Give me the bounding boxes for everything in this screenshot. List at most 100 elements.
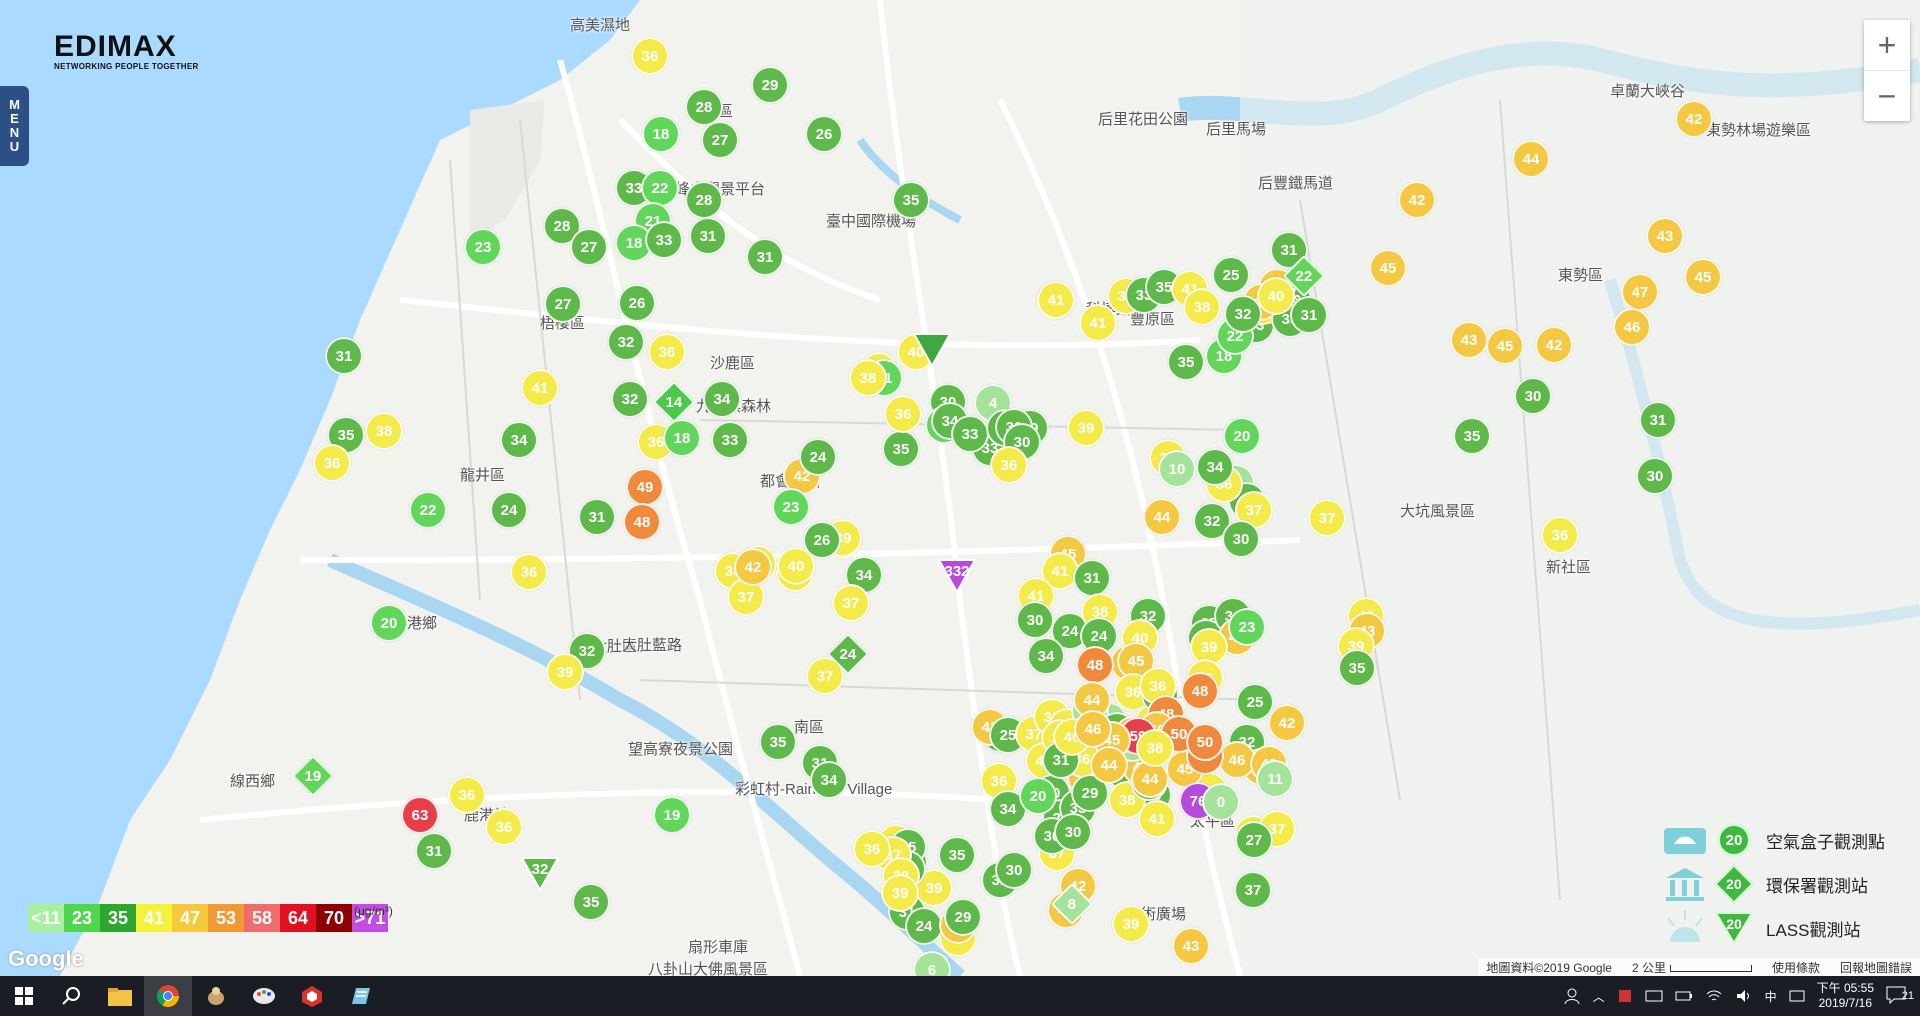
lass-station-marker[interactable] <box>912 332 952 368</box>
airbox-marker[interactable]: 45 <box>1486 327 1524 365</box>
airbox-marker[interactable]: 49 <box>626 468 664 506</box>
airbox-marker[interactable]: 45 <box>1684 258 1722 296</box>
airbox-marker[interactable]: 34 <box>500 421 538 459</box>
menu-button[interactable]: M E N U <box>0 86 29 166</box>
ime-indicator[interactable]: 中 <box>1765 988 1777 1005</box>
airbox-marker[interactable]: 29 <box>751 66 789 104</box>
airbox-marker[interactable]: 36 <box>648 333 686 371</box>
airbox-marker[interactable]: 30 <box>1054 813 1092 851</box>
airbox-marker[interactable]: 30 <box>1514 377 1552 415</box>
airbox-marker[interactable]: 32 <box>611 380 649 418</box>
airbox-marker[interactable]: 10 <box>1158 450 1196 488</box>
airbox-marker[interactable]: 38 <box>849 359 887 397</box>
airbox-marker[interactable]: 31 <box>1639 401 1677 439</box>
map-canvas[interactable]: 高美濕地清水區鰲峰山觀景平台臺中國際機場沙鹿區梧棲區龍井區大肚區望高寮夜景公園彩… <box>0 0 1920 976</box>
airbox-marker[interactable]: 44 <box>1512 140 1550 178</box>
bird-app-button[interactable] <box>192 976 240 1016</box>
airbox-marker[interactable]: 24 <box>799 438 837 476</box>
people-icon[interactable] <box>1563 987 1581 1005</box>
airbox-marker[interactable]: 37 <box>1234 871 1272 909</box>
airbox-marker[interactable]: 45 <box>1369 249 1407 287</box>
airbox-marker[interactable]: 31 <box>746 238 784 276</box>
airbox-marker[interactable]: 38 <box>1136 729 1174 767</box>
battery-icon[interactable] <box>1675 989 1693 1003</box>
airbox-marker[interactable]: 42 <box>1268 704 1306 742</box>
airbox-marker[interactable]: 63 <box>401 796 439 834</box>
airbox-marker[interactable]: 42 <box>1535 326 1573 364</box>
airbox-marker[interactable]: 23 <box>464 228 502 266</box>
airbox-marker[interactable]: 31 <box>1290 296 1328 334</box>
airbox-marker[interactable]: 36 <box>884 395 922 433</box>
search-button[interactable] <box>48 976 96 1016</box>
airbox-marker[interactable]: 41 <box>1138 800 1176 838</box>
airbox-marker[interactable]: 36 <box>853 830 891 868</box>
airbox-marker[interactable]: 30 <box>1016 601 1054 639</box>
airbox-marker[interactable]: 33 <box>645 221 683 259</box>
airbox-marker[interactable]: 41 <box>1079 304 1117 342</box>
airbox-marker[interactable]: 31 <box>578 498 616 536</box>
airbox-marker[interactable]: 41 <box>521 369 559 407</box>
airbox-marker[interactable]: 35 <box>1338 649 1376 687</box>
airbox-marker[interactable]: 34 <box>1196 448 1234 486</box>
airbox-marker[interactable]: 36 <box>631 37 669 75</box>
airbox-marker[interactable]: 34 <box>1027 637 1065 675</box>
airbox-marker[interactable]: 33 <box>711 421 749 459</box>
airbox-marker[interactable]: 23 <box>772 488 810 526</box>
airbox-marker[interactable]: 41 <box>1037 281 1075 319</box>
airbox-marker[interactable]: 18 <box>663 419 701 457</box>
airbox-marker[interactable]: 48 <box>1076 646 1114 684</box>
airbox-marker[interactable]: 28 <box>685 181 723 219</box>
airbox-marker[interactable]: 32 <box>1224 295 1262 333</box>
airbox-marker[interactable]: 43 <box>1450 321 1488 359</box>
airbox-marker[interactable]: 37 <box>832 584 870 622</box>
lass-station-marker[interactable]: 332 <box>937 558 977 594</box>
airbox-marker[interactable]: 11 <box>1256 760 1294 798</box>
airbox-marker[interactable]: 24 <box>490 491 528 529</box>
airbox-marker[interactable]: 31 <box>325 337 363 375</box>
sketchup-button[interactable] <box>288 976 336 1016</box>
airbox-marker[interactable]: 36 <box>510 553 548 591</box>
airbox-marker[interactable]: 22 <box>641 169 679 207</box>
airbox-marker[interactable]: 37 <box>1308 499 1346 537</box>
airbox-marker[interactable]: 38 <box>365 412 403 450</box>
notification-center-button[interactable]: 21 <box>1886 986 1914 1007</box>
airbox-marker[interactable]: 36 <box>485 808 523 846</box>
airbox-marker[interactable]: 27 <box>570 228 608 266</box>
airbox-marker[interactable]: 36 <box>1541 516 1579 554</box>
airbox-marker[interactable]: 22 <box>409 491 447 529</box>
airbox-marker[interactable]: 38 <box>1183 288 1221 326</box>
security-icon[interactable] <box>1617 988 1633 1004</box>
chrome-button[interactable] <box>144 976 192 1016</box>
report-error-link[interactable]: 回報地圖錯誤 <box>1840 959 1912 976</box>
airbox-marker[interactable]: 30 <box>1636 457 1674 495</box>
airbox-marker[interactable]: 26 <box>803 521 841 559</box>
airbox-marker[interactable]: 42 <box>1675 100 1713 138</box>
network-icon[interactable] <box>1645 989 1663 1003</box>
airbox-marker[interactable]: 48 <box>623 503 661 541</box>
airbox-marker[interactable]: 0 <box>1202 783 1240 821</box>
zoom-in-button[interactable]: + <box>1864 20 1910 70</box>
airbox-marker[interactable]: 39 <box>1067 409 1105 447</box>
airbox-marker[interactable]: 31 <box>1073 559 1111 597</box>
airbox-marker[interactable]: 24 <box>905 907 943 945</box>
airbox-marker[interactable]: 31 <box>415 832 453 870</box>
airbox-marker[interactable]: 43 <box>1172 927 1210 965</box>
airbox-marker[interactable]: 35 <box>759 723 797 761</box>
zoom-out-button[interactable]: − <box>1864 71 1910 121</box>
airbox-marker[interactable]: 36 <box>990 446 1028 484</box>
airbox-marker[interactable]: 48 <box>1181 672 1219 710</box>
airbox-marker[interactable]: 23 <box>1228 608 1266 646</box>
airbox-marker[interactable]: 42 <box>734 548 772 586</box>
airbox-marker[interactable]: 33 <box>951 415 989 453</box>
keyboard-icon[interactable] <box>1789 988 1805 1004</box>
volume-icon[interactable] <box>1735 988 1753 1004</box>
airbox-marker[interactable]: 39 <box>546 653 584 691</box>
wifi-icon[interactable] <box>1705 988 1723 1004</box>
airbox-marker[interactable]: 26 <box>618 284 656 322</box>
airbox-marker[interactable]: 39 <box>881 874 919 912</box>
airbox-marker[interactable]: 35 <box>892 181 930 219</box>
airbox-marker[interactable]: 35 <box>572 883 610 921</box>
airbox-marker[interactable]: 26 <box>805 115 843 153</box>
note-app-button[interactable] <box>336 976 384 1016</box>
windows-start-button[interactable] <box>0 976 48 1016</box>
